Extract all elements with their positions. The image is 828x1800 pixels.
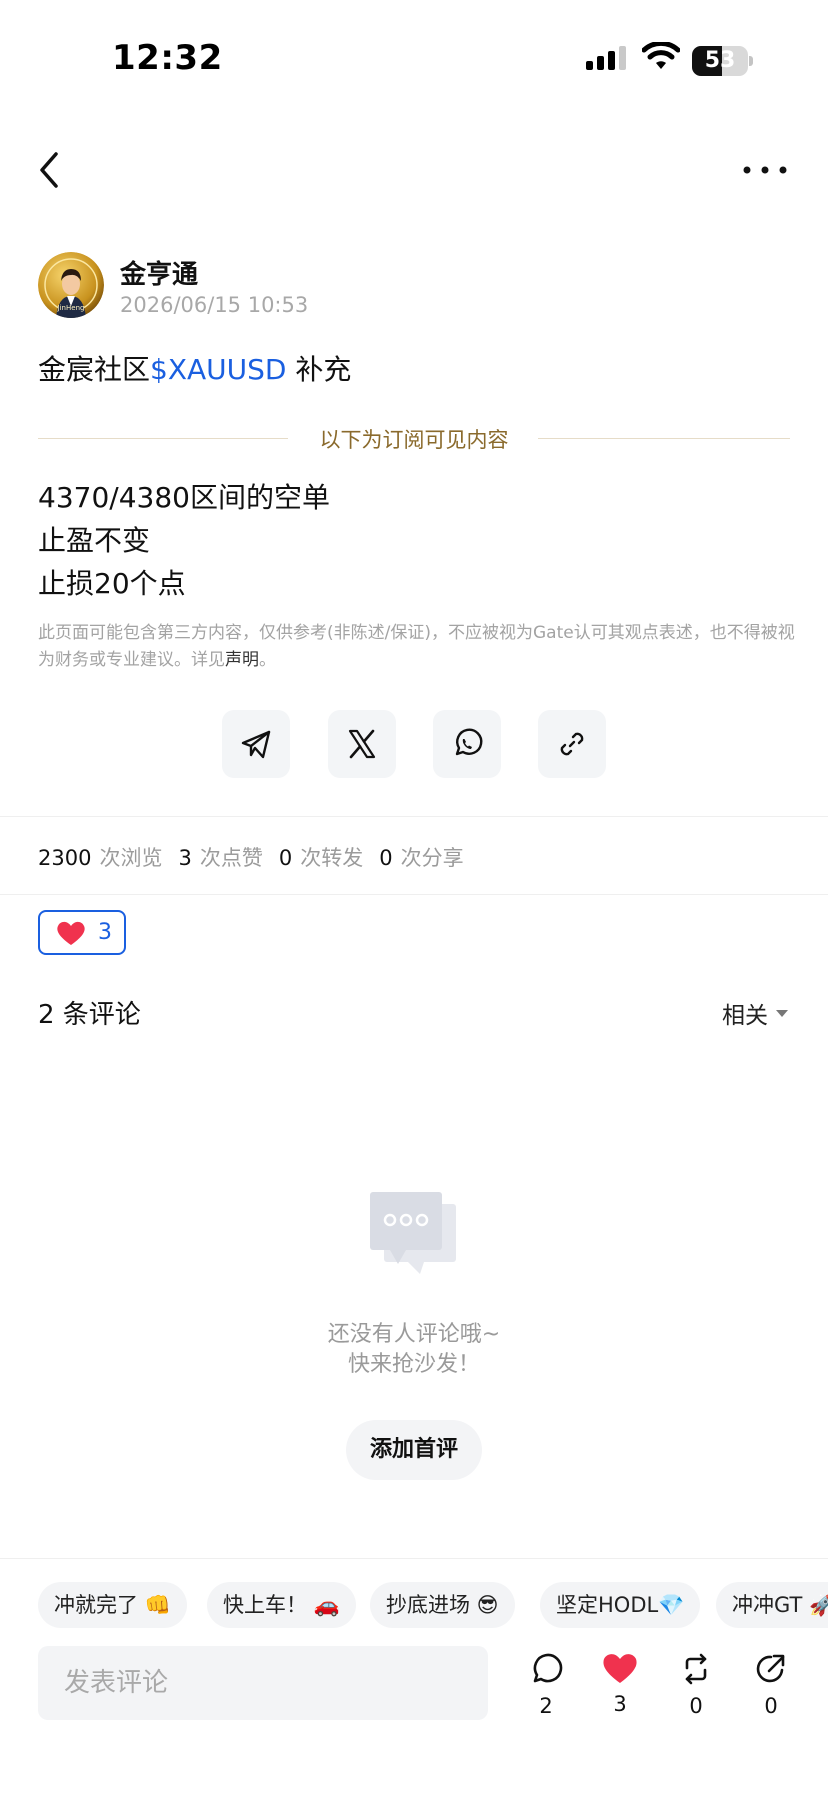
empty-comments-text: 还没有人评论哦~ [327, 1322, 501, 1347]
views-count: 2300 [38, 846, 92, 870]
empty-comments-subtext: 快来抢沙发！ [347, 1352, 480, 1377]
repost-action-button[interactable]: 0 [670, 1652, 722, 1724]
post-title-suffix: 补充 [286, 353, 352, 386]
disclaimer-end: 。 [259, 650, 276, 670]
post-body-line: 4370/4380区间的空单 [38, 481, 330, 514]
repost-icon [685, 1653, 707, 1685]
post-timestamp: 2026/06/15 10:53 [120, 293, 309, 317]
author-avatar[interactable]: JinHeng [38, 252, 104, 318]
views-label: 次浏览 [99, 846, 163, 870]
disclaimer-text: 此页面可能包含第三方内容，仅供参考(非陈述/保证)，不应被视为Gate认可其观点… [38, 623, 795, 670]
section-divider [0, 1558, 828, 1559]
battery-indicator: 53 [692, 46, 754, 76]
comment-input[interactable]: 发表评论 [38, 1646, 488, 1720]
reposts-count: 0 [278, 846, 293, 870]
quick-reply-chip[interactable]: 冲就完了 👊 [38, 1582, 187, 1628]
post-body-line: 止损20个点 [38, 567, 186, 600]
heart-icon [57, 921, 85, 945]
avatar-text: JinHeng [57, 304, 85, 312]
share-icon [756, 1654, 785, 1683]
telegram-icon [241, 730, 271, 759]
reaction-count: 3 [98, 920, 112, 945]
shares-count: 0 [379, 846, 393, 870]
heart-icon [603, 1654, 637, 1683]
comments-action-button[interactable]: 2 [520, 1652, 572, 1724]
post-title: 金宸社区$XAUUSD 补充 [38, 348, 351, 388]
share-telegram-button[interactable] [222, 710, 290, 778]
comments-sort-dropdown[interactable]: 相关 [722, 996, 788, 1030]
comment-bubbles-icon [370, 1192, 456, 1274]
post-body-line: 止盈不变 [38, 524, 151, 557]
disclaimer-link[interactable]: 声明 [225, 650, 259, 670]
likes-label: 次点赞 [199, 846, 263, 870]
subscriber-divider-label: 以下为订阅可见内容 [319, 428, 509, 452]
quick-reply-chip[interactable]: 坚定HODL💎 [540, 1582, 701, 1628]
sort-label: 相关 [722, 1003, 768, 1029]
reposts-total: 0 [689, 1694, 703, 1718]
copy-link-button[interactable] [538, 710, 606, 778]
quick-reply-chip[interactable]: 冲冲GT 🚀 [716, 1582, 828, 1628]
section-divider [0, 816, 828, 817]
disclaimer: 此页面可能包含第三方内容，仅供参考(非陈述/保证)，不应被视为Gate认可其观点… [38, 620, 798, 674]
shares-total: 0 [764, 1694, 778, 1718]
status-time: 12:32 [112, 38, 223, 78]
post-body: 4370/4380区间的空单 止盈不变 止损20个点 [38, 476, 330, 605]
quick-reply-chip[interactable]: 快上车！ 🚗 [207, 1582, 356, 1628]
post-title-prefix: 金宸社区 [38, 353, 151, 386]
comments-title: 2 条评论 [38, 1000, 141, 1030]
reposts-label: 次转发 [300, 846, 364, 870]
back-button[interactable] [30, 148, 70, 192]
whatsapp-icon [455, 728, 483, 756]
ticker-tag-link[interactable]: $XAUUSD [150, 353, 286, 386]
share-action-button[interactable]: 0 [745, 1652, 797, 1724]
more-options-button[interactable] [742, 160, 788, 180]
post-stats: 2300 次浏览 3 次点赞 0 次转发 0 次分享 [38, 842, 480, 872]
cellular-signal-icon [586, 46, 626, 70]
quick-reply-chip[interactable]: 抄底进场 😎 [370, 1582, 515, 1628]
author-name[interactable]: 金亨通 [120, 254, 198, 291]
share-x-button[interactable] [328, 710, 396, 778]
x-icon [348, 729, 376, 759]
shares-label: 次分享 [400, 846, 464, 870]
add-first-comment-button[interactable]: 添加首评 [346, 1420, 482, 1480]
link-icon [560, 732, 584, 756]
wifi-icon [642, 42, 680, 69]
share-whatsapp-button[interactable] [433, 710, 501, 778]
like-action-button[interactable]: 3 [594, 1652, 646, 1724]
quick-reply-row: 冲就完了 👊 快上车！ 🚗 抄底进场 😎 坚定HODL💎 冲冲GT 🚀 [0, 1582, 828, 1628]
heart-reaction-chip[interactable]: 3 [38, 910, 126, 955]
likes-count: 3 [178, 846, 192, 870]
section-divider [0, 894, 828, 895]
battery-level: 53 [704, 48, 736, 73]
comments-count: 2 [539, 1694, 553, 1718]
likes-total: 3 [613, 1692, 627, 1716]
comment-bubble-icon [533, 1653, 563, 1683]
caret-down-icon [776, 1009, 788, 1017]
